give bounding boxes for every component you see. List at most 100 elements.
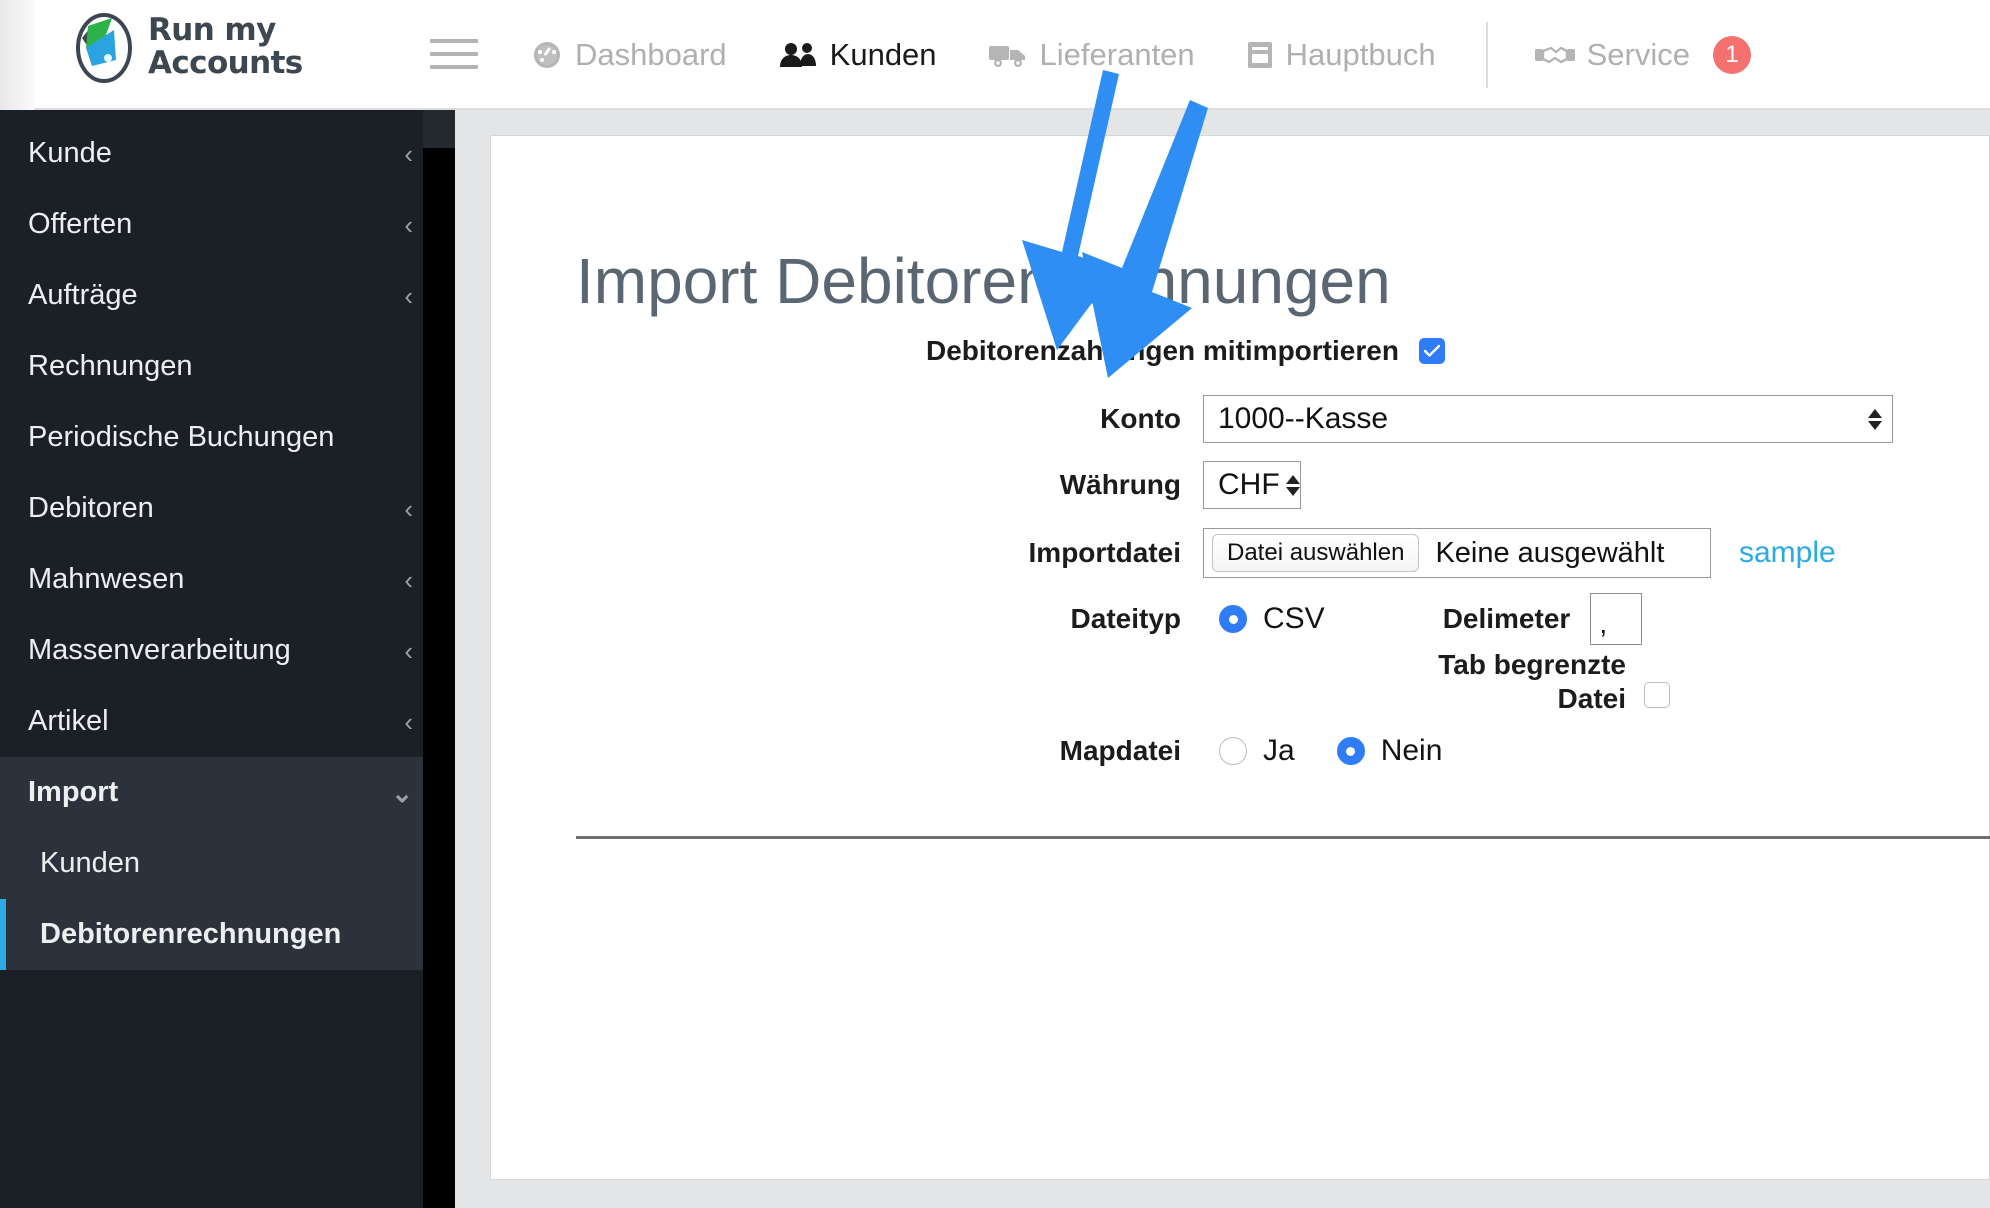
- service-badge: 1: [1713, 36, 1751, 74]
- sidebar-item-kunde[interactable]: Kunde ‹: [0, 118, 455, 189]
- form-row-dateityp: Dateityp CSV Delimeter ,: [491, 588, 1990, 650]
- sidebar-item-offerten[interactable]: Offerten ‹: [0, 189, 455, 260]
- radio-label-mapdatei-nein: Nein: [1380, 734, 1443, 767]
- sidebar-item-periodische-buchungen[interactable]: Periodische Buchungen: [0, 402, 455, 473]
- nav-item-kunden[interactable]: Kunden: [777, 37, 937, 73]
- nav-label-kunden: Kunden: [829, 37, 937, 72]
- nav-item-dashboard[interactable]: Dashboard: [530, 37, 727, 73]
- select-waehrung[interactable]: CHF: [1203, 461, 1301, 509]
- radio-label-csv: CSV: [1263, 602, 1325, 635]
- input-delimeter-value: ,: [1599, 608, 1608, 639]
- label-tab-begrenzte-line2: Datei: [1557, 683, 1626, 714]
- label-waehrung: Währung: [1059, 469, 1181, 500]
- sidebar: Kunde ‹ Offerten ‹ Aufträge ‹ Rechnungen…: [0, 110, 455, 1208]
- nav-item-service[interactable]: Service 1: [1534, 36, 1751, 74]
- run-my-accounts-logo-icon: [76, 13, 132, 83]
- sidebar-inner: Kunde ‹ Offerten ‹ Aufträge ‹ Rechnungen…: [0, 118, 455, 1208]
- form-row-waehrung: Währung CHF: [491, 452, 1990, 518]
- select-konto[interactable]: 1000--Kasse: [1203, 395, 1893, 443]
- content-card: Import Debitorenrechnungen Debitorenzahl…: [490, 135, 1990, 1180]
- label-importdatei: Importdatei: [1028, 537, 1181, 568]
- radio-dateityp-csv[interactable]: [1219, 605, 1247, 633]
- label-konto: Konto: [1100, 403, 1181, 434]
- sample-link[interactable]: sample: [1739, 536, 1836, 570]
- label-dateityp: Dateityp: [1070, 603, 1181, 634]
- chevron-left-icon: ‹: [404, 706, 413, 737]
- sidebar-item-massenverarbeitung[interactable]: Massenverarbeitung ‹: [0, 615, 455, 686]
- file-input-importdatei[interactable]: Datei auswählen Keine ausgewählt: [1203, 528, 1711, 578]
- checkbox-mitimportieren[interactable]: [1418, 338, 1445, 364]
- sidebar-item-mahnwesen[interactable]: Mahnwesen ‹: [0, 544, 455, 615]
- topbar-left-strip: [0, 0, 34, 110]
- nav-item-lieferanten[interactable]: Lieferanten: [987, 37, 1195, 73]
- truck-icon: [987, 40, 1029, 70]
- chevron-left-icon: ‹: [404, 209, 413, 240]
- sidebar-section-import[interactable]: Import ⌄: [0, 757, 455, 828]
- sidebar-sublabel-debitorenrechnungen: Debitorenrechnungen: [40, 918, 342, 950]
- sidebar-item-rechnungen[interactable]: Rechnungen: [0, 331, 455, 402]
- hamburger-bar-1: [430, 39, 478, 43]
- nav-divider: [1485, 22, 1488, 88]
- form-row-mitimportieren: Debitorenzahlungen mitimportieren: [491, 322, 1990, 380]
- sidebar-label-mahnwesen: Mahnwesen: [28, 563, 185, 595]
- input-delimeter[interactable]: ,: [1590, 593, 1643, 645]
- chevron-down-icon: ⌄: [391, 777, 413, 808]
- radio-mapdatei-ja[interactable]: [1219, 737, 1247, 765]
- nav-label-service: Service: [1586, 37, 1690, 72]
- book-icon: [1245, 39, 1275, 71]
- chevron-left-icon: ‹: [404, 635, 413, 666]
- form-row-konto: Konto 1000--Kasse: [491, 386, 1990, 452]
- chevron-left-icon: ‹: [404, 564, 413, 595]
- select-waehrung-value: CHF: [1218, 468, 1280, 501]
- sidebar-label-auftraege: Aufträge: [28, 279, 138, 311]
- hamburger-bar-2: [430, 52, 478, 56]
- sidebar-label-artikel: Artikel: [28, 705, 109, 737]
- form-row-importdatei: Importdatei Datei auswählen Keine ausgew…: [491, 518, 1990, 588]
- sidebar-scrollbar-top-cap: [423, 110, 455, 148]
- sidebar-label-debitoren: Debitoren: [28, 492, 154, 524]
- form-row-mapdatei: Mapdatei Ja Nein: [491, 720, 1990, 782]
- sidebar-label-periodische-buchungen: Periodische Buchungen: [28, 421, 335, 453]
- nav-label-dashboard: Dashboard: [575, 37, 727, 72]
- selected-file-name: Keine ausgewählt: [1435, 536, 1665, 569]
- form-divider: [576, 836, 1990, 839]
- label-delimeter: Delimeter: [1442, 603, 1571, 634]
- label-tab-begrenzte-line1: Tab begrenzte: [1438, 649, 1626, 680]
- main-content: Import Debitorenrechnungen Debitorenzahl…: [455, 110, 1990, 1208]
- sidebar-item-artikel[interactable]: Artikel ‹: [0, 686, 455, 757]
- brand-logo-area[interactable]: Run my Accounts: [72, 8, 303, 86]
- sidebar-item-debitoren[interactable]: Debitoren ‹: [0, 473, 455, 544]
- brand-line-1: Run my: [148, 12, 276, 48]
- menu-toggle-button[interactable]: [430, 34, 478, 74]
- import-form: Debitorenzahlungen mitimportieren Konto: [491, 322, 1990, 782]
- sidebar-subitem-kunden[interactable]: Kunden: [0, 828, 455, 899]
- check-icon: [1423, 344, 1441, 357]
- brand-text: Run my Accounts: [148, 14, 303, 80]
- sidebar-sublabel-kunden: Kunden: [40, 847, 140, 879]
- top-bar: Run my Accounts Dashboard Kunden Liefera…: [0, 0, 1990, 110]
- sidebar-subitem-debitorenrechnungen[interactable]: Debitorenrechnungen: [0, 899, 455, 970]
- chevron-left-icon: ‹: [404, 280, 413, 311]
- select-konto-value: 1000--Kasse: [1218, 402, 1389, 435]
- radio-mapdatei-nein[interactable]: [1336, 737, 1365, 765]
- sidebar-item-auftraege[interactable]: Aufträge ‹: [0, 260, 455, 331]
- handshake-icon: [1534, 41, 1576, 69]
- sidebar-label-import: Import: [28, 776, 119, 808]
- form-row-tab-begrenzte-datei: Tab begrenzte Datei: [491, 649, 1990, 714]
- nav-label-lieferanten: Lieferanten: [1039, 37, 1195, 72]
- brand-line-2: Accounts: [148, 45, 303, 81]
- chevron-left-icon: ‹: [404, 493, 413, 524]
- users-icon: [777, 40, 819, 70]
- sidebar-label-rechnungen: Rechnungen: [28, 350, 193, 382]
- nav-item-hauptbuch[interactable]: Hauptbuch: [1245, 37, 1436, 73]
- choose-file-button[interactable]: Datei auswählen: [1212, 534, 1420, 572]
- sidebar-scrollbar[interactable]: [423, 110, 455, 1208]
- page-title: Import Debitorenrechnungen: [576, 245, 1391, 317]
- sidebar-label-kunde: Kunde: [28, 137, 112, 169]
- checkbox-tab-begrenzte-datei[interactable]: [1644, 682, 1670, 708]
- app-root: Run my Accounts Dashboard Kunden Liefera…: [0, 0, 1990, 1208]
- label-mapdatei: Mapdatei: [1059, 735, 1181, 766]
- label-mitimportieren: Debitorenzahlungen mitimportieren: [926, 335, 1399, 366]
- sidebar-label-offerten: Offerten: [28, 208, 133, 240]
- nav-label-hauptbuch: Hauptbuch: [1285, 37, 1436, 72]
